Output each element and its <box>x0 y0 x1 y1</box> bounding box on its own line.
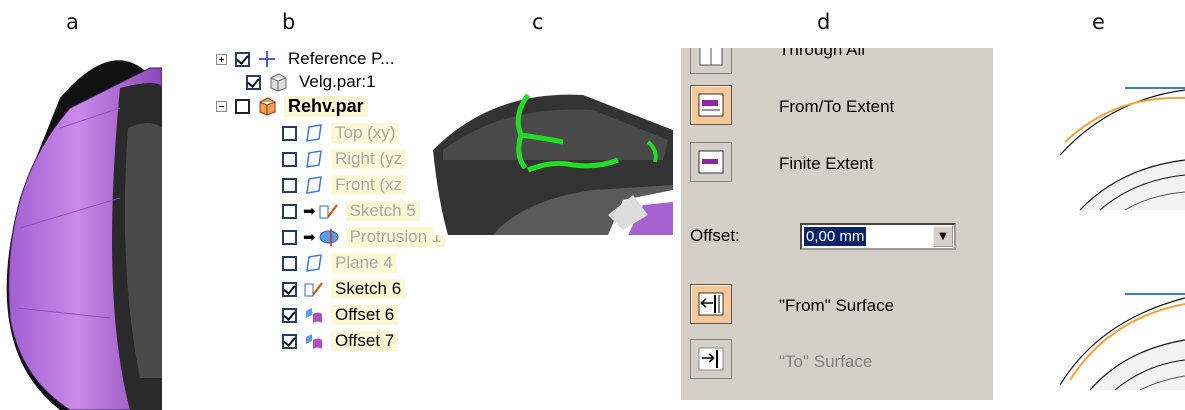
offset-label: Offset: <box>690 226 740 245</box>
tree-item-label: Right (yz <box>331 149 407 169</box>
plane-icon <box>303 253 325 273</box>
panel-e-edge-detail-bottom <box>1060 280 1185 390</box>
from-to-extent-label: From/To Extent <box>779 97 895 116</box>
offset-surface-icon <box>303 331 325 351</box>
tree-row-sketch5[interactable]: ➡ Sketch 5 <box>282 199 420 223</box>
panel-d-extent-dialog: Through All From/To Extent Finite Extent… <box>680 48 993 400</box>
from-surface-button[interactable] <box>690 284 732 324</box>
tree-item-label: Reference P... <box>288 49 395 68</box>
arrow-right-icon: ➡ <box>303 203 316 220</box>
through-all-label: Through All <box>779 48 865 59</box>
offset-combo[interactable]: 0,00 mm ▼ <box>800 223 956 250</box>
plane-icon <box>303 123 325 143</box>
tree-row-right[interactable]: Right (yz <box>282 147 407 171</box>
tree-row-plane4[interactable]: Plane 4 <box>282 251 397 275</box>
sketch-icon <box>318 201 340 221</box>
panel-label-e: e <box>1092 10 1105 34</box>
visibility-checkbox[interactable] <box>282 229 297 245</box>
arrow-right-icon: ➡ <box>303 229 316 246</box>
collapse-toggle[interactable] <box>216 100 227 112</box>
tree-item-label: Offset 6 <box>331 305 399 325</box>
sketch-icon <box>303 279 325 299</box>
reference-planes-icon <box>256 49 278 69</box>
offset-surface-icon <box>303 305 325 325</box>
to-surface-label: "To" Surface <box>779 352 873 371</box>
tree-row-offset7[interactable]: Offset 7 <box>282 329 399 353</box>
visibility-checkbox[interactable] <box>282 281 297 297</box>
part-status-icon <box>235 98 250 114</box>
tree-row-front[interactable]: Front (xz <box>282 173 407 197</box>
panel-label-b: b <box>282 10 296 34</box>
tree-row-reference-planes[interactable]: Reference P... <box>216 48 398 71</box>
tree-row-protrusion1[interactable]: ➡ Protrusion 1 <box>282 225 446 249</box>
tree-row-top[interactable]: Top (xy) <box>282 121 400 145</box>
tree-row-velg[interactable]: Velg.par:1 <box>246 70 380 94</box>
visibility-checkbox[interactable] <box>282 177 297 193</box>
tree-row-offset6[interactable]: Offset 6 <box>282 303 399 327</box>
tree-item-label: Velg.par:1 <box>299 72 376 91</box>
tree-item-label: Rehv.par <box>284 95 368 117</box>
panel-label-c: c <box>532 10 544 34</box>
offset-value[interactable]: 0,00 mm <box>804 227 867 246</box>
visibility-checkbox[interactable] <box>282 203 297 219</box>
panel-e-edge-detail-top <box>1060 80 1185 210</box>
tree-item-label: Protrusion 1 <box>345 227 446 247</box>
expand-toggle[interactable] <box>216 53 227 65</box>
visibility-checkbox[interactable] <box>282 307 297 323</box>
tree-item-label: Offset 7 <box>331 331 399 351</box>
from-surface-icon <box>698 292 724 316</box>
tree-row-rehv[interactable]: Rehv.par <box>216 94 368 118</box>
edge-detail-bottom-render <box>1060 293 1185 390</box>
edge-detail-top-render <box>1060 87 1185 210</box>
tree-item-label: Top (xy) <box>331 123 400 143</box>
protrusion-icon <box>318 227 340 247</box>
finite-extent-icon <box>698 150 724 174</box>
visibility-checkbox[interactable] <box>282 255 297 271</box>
finite-extent-button[interactable] <box>690 142 732 182</box>
chevron-down-icon[interactable]: ▼ <box>933 226 953 247</box>
tree-item-label: Sketch 5 <box>345 201 420 221</box>
visibility-checkbox[interactable] <box>282 333 297 349</box>
tire-sketch-render <box>433 93 673 235</box>
through-all-button[interactable] <box>690 48 732 74</box>
tree-item-label: Plane 4 <box>331 253 397 273</box>
from-to-extent-button[interactable] <box>690 85 732 125</box>
panel-a-wheel-view <box>0 48 162 410</box>
to-surface-button[interactable] <box>690 339 732 379</box>
through-all-icon <box>699 48 723 66</box>
finite-extent-label: Finite Extent <box>779 154 874 173</box>
from-to-extent-icon <box>698 93 724 117</box>
part-orange-cube-icon <box>256 96 278 116</box>
visibility-checkbox[interactable] <box>235 51 250 67</box>
plane-icon <box>303 175 325 195</box>
wheel-render <box>6 60 162 410</box>
visibility-checkbox[interactable] <box>282 125 297 141</box>
part-cube-icon <box>267 72 289 92</box>
visibility-checkbox[interactable] <box>282 151 297 167</box>
panel-label-d: d <box>817 10 831 34</box>
tree-row-sketch6[interactable]: Sketch 6 <box>282 277 406 301</box>
tree-item-label: Sketch 6 <box>331 279 406 299</box>
tree-item-label: Front (xz <box>331 175 407 195</box>
from-surface-label: "From" Surface <box>779 296 895 315</box>
panel-c-sketch-view <box>433 90 673 235</box>
plane-icon <box>303 149 325 169</box>
to-surface-icon <box>698 347 724 371</box>
panel-label-a: a <box>66 10 79 34</box>
visibility-checkbox[interactable] <box>246 74 261 90</box>
